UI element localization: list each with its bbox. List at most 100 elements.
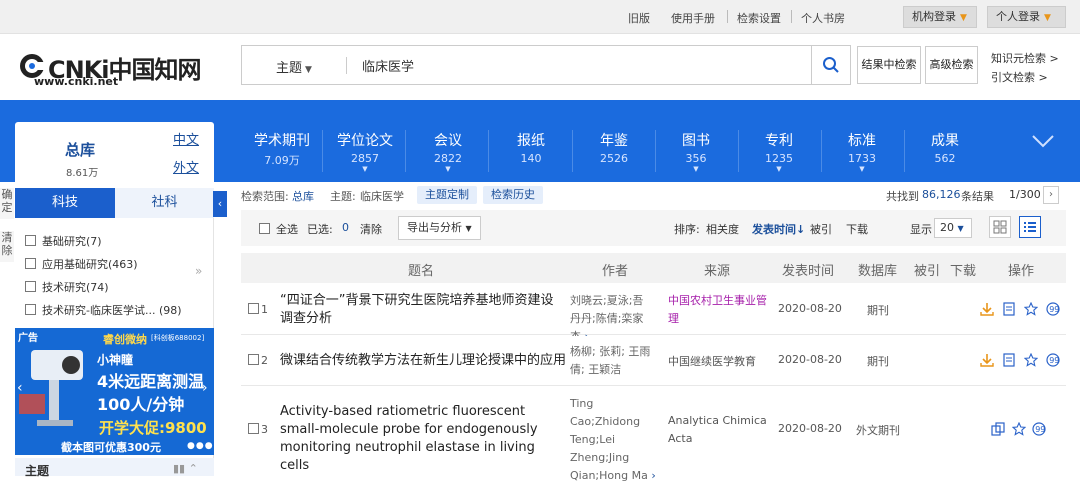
collapse-sidebar-icon[interactable]: ‹ bbox=[213, 191, 227, 217]
favorite-star-icon[interactable] bbox=[1012, 422, 1026, 436]
expand-databases-icon[interactable] bbox=[1030, 128, 1056, 154]
col-date[interactable]: 发表时间 bbox=[782, 260, 834, 279]
download-icon[interactable] bbox=[980, 302, 994, 316]
citation-search-link[interactable]: 引文检索 > bbox=[991, 69, 1048, 85]
knowledge-search-link[interactable]: 知识元检索 > bbox=[991, 50, 1059, 66]
favorite-star-icon[interactable] bbox=[1024, 302, 1038, 316]
next-arrow-icon[interactable]: › bbox=[202, 380, 208, 396]
topic-custom-button[interactable]: 主题定制 bbox=[417, 186, 477, 204]
result-authors[interactable]: 杨柳; 张莉; 王雨倩; 王颖洁 bbox=[570, 343, 654, 379]
personal-login-button[interactable]: 个人登录 ▼ bbox=[987, 6, 1066, 28]
manual-link[interactable]: 使用手册 bbox=[671, 10, 715, 26]
db-tab-theses[interactable]: 学位论文 2857 ▼ bbox=[325, 130, 405, 173]
db-tab-newspaper[interactable]: 报纸 140 bbox=[491, 130, 571, 165]
db-tab-name: 报纸 bbox=[517, 133, 545, 149]
search-field-select[interactable]: 主题 ▼ bbox=[276, 57, 312, 76]
cnki-logo[interactable]: CNKi中国知网 www.cnki.net bbox=[18, 50, 202, 88]
search-settings-link[interactable]: 检索设置 bbox=[737, 10, 781, 26]
institution-login-button[interactable]: 机构登录 ▼ bbox=[903, 6, 977, 28]
col-author[interactable]: 作者 bbox=[602, 260, 628, 279]
sort-download[interactable]: 下载 bbox=[846, 221, 868, 237]
category-item[interactable]: 技术研究(74) bbox=[25, 279, 109, 295]
result-title[interactable]: Activity-based ratiometric fluorescent s… bbox=[280, 403, 565, 475]
table-row[interactable]: 1 “四证合一”背景下研究生医院培养基地师资建设调查分析 刘晓云;夏泳;吾丹丹;… bbox=[241, 284, 1066, 343]
db-tab-conference[interactable]: 会议 2822 ▼ bbox=[408, 130, 488, 173]
result-source[interactable]: 中国农村卫生事业管理 bbox=[668, 292, 772, 328]
search-input[interactable] bbox=[362, 46, 802, 84]
export-analysis-dropdown[interactable]: 导出与分析 ▼ bbox=[398, 216, 481, 240]
prev-arrow-icon[interactable]: ‹ bbox=[17, 380, 23, 396]
checkbox[interactable] bbox=[25, 235, 36, 246]
tab-social-science[interactable]: 社科 bbox=[115, 188, 214, 218]
db-tab-achievements[interactable]: 成果 562 bbox=[905, 130, 985, 165]
copy-icon[interactable] bbox=[991, 422, 1005, 436]
chevron-down-icon: ▼ bbox=[776, 165, 782, 173]
sort-relevance[interactable]: 相关度 bbox=[706, 221, 739, 237]
result-title[interactable]: 微课结合传统教学方法在新生儿理论授课中的应用 bbox=[280, 352, 566, 370]
db-tab-patents[interactable]: 专利 1235 ▼ bbox=[739, 130, 819, 173]
checkbox[interactable] bbox=[259, 223, 270, 234]
category-item[interactable]: 应用基础研究(463) bbox=[25, 256, 138, 272]
checkbox[interactable] bbox=[248, 303, 259, 314]
select-all-label: 全选 bbox=[276, 223, 298, 236]
checkbox[interactable] bbox=[248, 354, 259, 365]
db-tab-standards[interactable]: 标准 1733 ▼ bbox=[822, 130, 902, 173]
db-tab-yearbook[interactable]: 年鉴 2526 bbox=[574, 130, 654, 165]
checkbox[interactable] bbox=[25, 281, 36, 292]
display-count-select[interactable]: 20 ▼ bbox=[934, 218, 972, 238]
row-select[interactable]: 2 bbox=[248, 354, 268, 367]
db-tab-books[interactable]: 图书 356 ▼ bbox=[656, 130, 736, 173]
old-version-link[interactable]: 旧版 bbox=[628, 10, 650, 26]
checkbox[interactable] bbox=[25, 304, 36, 315]
table-row[interactable]: 2 微课结合传统教学方法在新生儿理论授课中的应用 杨柳; 张莉; 王雨倩; 王颖… bbox=[241, 336, 1066, 386]
col-download[interactable]: 下载 bbox=[950, 260, 976, 279]
advanced-search-button[interactable]: 高级检索 bbox=[925, 46, 978, 84]
download-icon[interactable] bbox=[980, 353, 994, 367]
checkbox[interactable] bbox=[248, 423, 259, 434]
table-row[interactable]: 3 Activity-based ratiometric fluorescent… bbox=[241, 387, 1066, 482]
sort-date[interactable]: 发表时间↓ bbox=[752, 221, 805, 237]
clear-edge-button[interactable]: 清除 bbox=[0, 231, 14, 262]
favorite-star-icon[interactable] bbox=[1024, 353, 1038, 367]
theme-filter-header[interactable]: 主题 ▮▮ ⌃ bbox=[15, 458, 214, 478]
result-authors[interactable]: Ting Cao;Zhidong Teng;Lei Zheng;Jing Qia… bbox=[570, 395, 662, 485]
more-arrows-icon[interactable]: » bbox=[195, 264, 202, 278]
total-library-card[interactable]: 总库 8.61万 中文 外文 bbox=[15, 122, 214, 188]
chart-icon[interactable]: ▮▮ ⌃ bbox=[173, 462, 198, 475]
clear-selection-link[interactable]: 清除 bbox=[360, 221, 382, 237]
result-source[interactable]: 中国继续医学教育 bbox=[668, 353, 772, 371]
carousel-dots[interactable]: ●●●● bbox=[187, 441, 214, 451]
read-html-icon[interactable] bbox=[1002, 302, 1016, 316]
read-html-icon[interactable] bbox=[1002, 353, 1016, 367]
quote-icon[interactable]: 99 bbox=[1046, 353, 1060, 367]
select-all-checkbox[interactable]: 全选 bbox=[259, 221, 298, 237]
quote-icon[interactable]: 99 bbox=[1046, 302, 1060, 316]
search-history-button[interactable]: 检索历史 bbox=[483, 186, 543, 204]
chinese-link[interactable]: 中文 bbox=[173, 129, 199, 148]
sort-cited[interactable]: 被引 bbox=[810, 221, 832, 237]
search-button[interactable] bbox=[811, 45, 851, 85]
checkbox[interactable] bbox=[25, 258, 36, 269]
foreign-link[interactable]: 外文 bbox=[173, 157, 199, 176]
next-page-button[interactable]: › bbox=[1043, 186, 1059, 204]
col-source[interactable]: 来源 bbox=[704, 260, 730, 279]
result-source[interactable]: Analytica Chimica Acta bbox=[668, 412, 768, 448]
category-item[interactable]: 基础研究(7) bbox=[25, 233, 102, 249]
category-item[interactable]: 技术研究-临床医学试... (98) bbox=[25, 302, 182, 318]
col-cited[interactable]: 被引 bbox=[914, 260, 940, 279]
list-view-icon[interactable] bbox=[1019, 216, 1041, 238]
db-tab-journals[interactable]: 学术期刊 7.09万 bbox=[242, 130, 322, 168]
quote-icon[interactable]: 99 bbox=[1032, 422, 1046, 436]
col-database[interactable]: 数据库 bbox=[858, 260, 897, 279]
tab-science[interactable]: 科技 bbox=[15, 188, 115, 218]
result-search-button[interactable]: 结果中检索 bbox=[857, 46, 921, 84]
row-select[interactable]: 1 bbox=[248, 303, 268, 316]
grid-view-icon[interactable] bbox=[989, 216, 1011, 238]
personal-library-link[interactable]: 个人书房 bbox=[801, 10, 845, 26]
row-select[interactable]: 3 bbox=[248, 423, 268, 436]
result-title[interactable]: “四证合一”背景下研究生医院培养基地师资建设调查分析 bbox=[280, 292, 562, 328]
advertisement-banner[interactable]: 广告 睿创微纳 [科创板688002] 小神瞳 4米远距离测温 100人/分钟 … bbox=[15, 328, 214, 455]
col-title[interactable]: 题名 bbox=[408, 260, 434, 279]
selected-count: 0 bbox=[342, 221, 349, 234]
confirm-edge-button[interactable]: 确定 bbox=[0, 188, 14, 219]
